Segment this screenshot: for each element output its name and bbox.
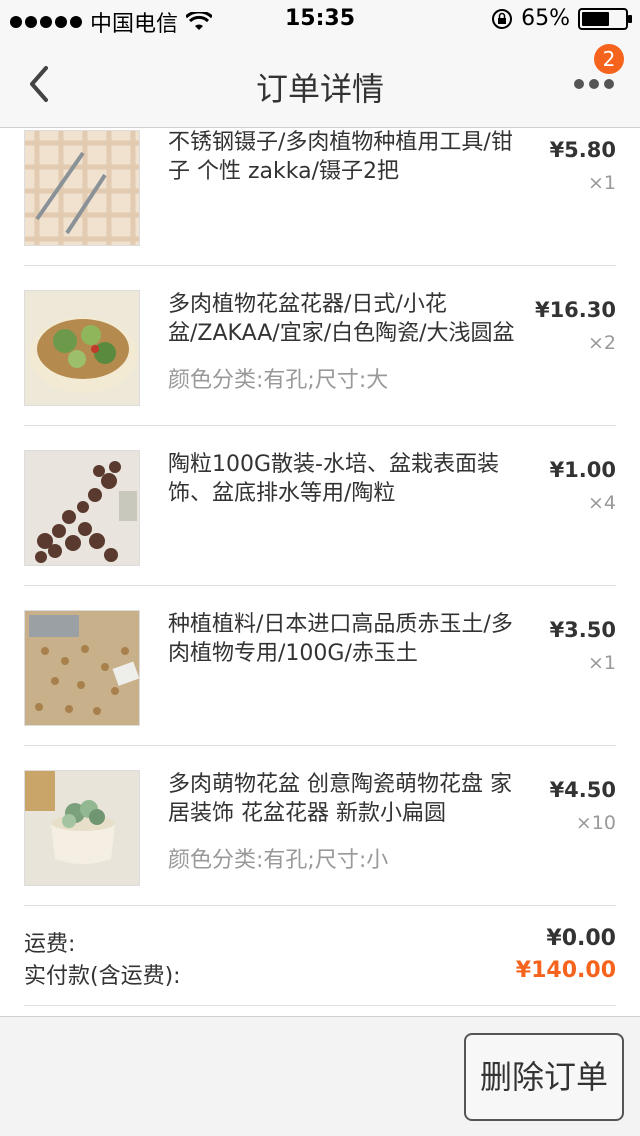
tweezers-image [24,130,140,246]
item-price: ¥1.00 [549,458,616,482]
item-price: ¥4.50 [549,778,616,802]
item-title: 陶粒100G散装-水培、盆栽表面装饰、盆底排水等用/陶粒 [168,452,499,506]
shipping-label: 运费: [24,932,76,957]
item-quantity: ×2 [587,332,616,354]
total-value: ¥140.00 [515,958,616,983]
battery-icon [578,7,632,30]
list-item[interactable]: 种植植料/日本进口高品质赤玉土/多肉植物专用/100G/赤玉土 ¥3.50 ×1 [24,586,616,746]
order-summary: 运费: ¥0.00 实付款(含运费): ¥140.00 [24,908,616,1006]
item-title: 不锈钢镊子/多肉植物种植用工具/钳子 个性 zakka/镊子2把 [168,130,513,184]
delete-order-button[interactable]: 删除订单 [464,1033,624,1121]
battery-percent: 65% [521,6,570,31]
page-title: 订单详情 [255,70,384,108]
item-sku: 颜色分类:有孔;尺寸:小 [168,848,389,873]
item-title: 种植植料/日本进口高品质赤玉土/多肉植物专用/100G/赤玉土 [168,612,513,666]
akadama-soil-image [24,610,140,726]
status-bar: 中国电信 15:35 65% [0,0,640,40]
item-title: 多肉植物花盆花器/日式/小花盆/ZAKAA/宜家/白色陶瓷/大浅圆盆 [168,292,515,346]
total-label: 实付款(含运费): [24,964,181,989]
list-item[interactable]: 陶粒100G散装-水培、盆栽表面装饰、盆底排水等用/陶粒 ¥1.00 ×4 [24,426,616,586]
shipping-value: ¥0.00 [546,926,616,951]
list-item[interactable]: 多肉萌物花盆 创意陶瓷萌物花盘 家居装饰 花盆花器 新款小扁圆 颜色分类:有孔;… [24,746,616,906]
item-title: 多肉萌物花盆 创意陶瓷萌物花盘 家居装饰 花盆花器 新款小扁圆 [168,772,512,826]
item-quantity: ×10 [575,812,616,834]
item-price: ¥3.50 [549,618,616,642]
small-pot-image [24,770,140,886]
order-item-list: 不锈钢镊子/多肉植物种植用工具/钳子 个性 zakka/镊子2把 ¥5.80 ×… [0,128,640,906]
item-price: ¥5.80 [549,138,616,162]
item-quantity: ×1 [587,652,616,674]
notification-badge: 2 [594,44,624,74]
nav-bar: 订单详情 2 [0,40,640,128]
item-quantity: ×4 [587,492,616,514]
item-quantity: ×1 [587,172,616,194]
succulent-bowl-image [24,290,140,406]
list-item[interactable]: 不锈钢镊子/多肉植物种植用工具/钳子 个性 zakka/镊子2把 ¥5.80 ×… [24,128,616,266]
battery-fill [582,11,609,26]
list-item[interactable]: 多肉植物花盆花器/日式/小花盆/ZAKAA/宜家/白色陶瓷/大浅圆盆 颜色分类:… [24,266,616,426]
item-price: ¥16.30 [534,298,616,322]
footer-bar: 删除订单 [0,1016,640,1136]
clay-pebbles-image [24,450,140,566]
rotation-lock-icon [492,8,513,29]
status-right: 65% [491,6,632,31]
item-sku: 颜色分类:有孔;尺寸:大 [168,368,389,393]
more-dots-icon[interactable] [574,74,618,94]
